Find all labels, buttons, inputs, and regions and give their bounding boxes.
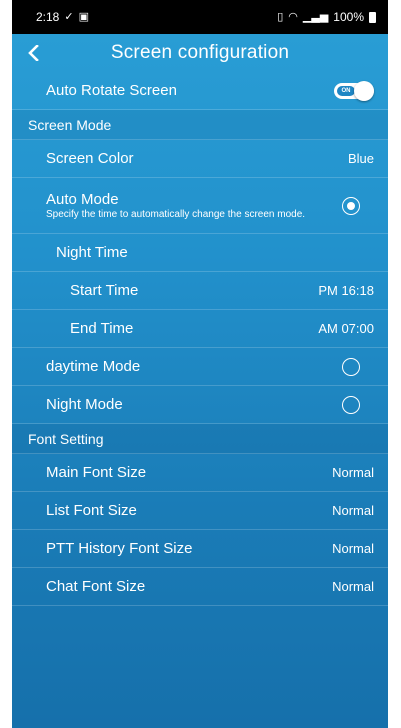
auto-rotate-label: Auto Rotate Screen (46, 82, 177, 99)
end-time-row[interactable]: End Time AM 07:00 (12, 310, 388, 348)
font-setting-section-label: Font Setting (28, 430, 104, 447)
start-time-value: PM 16:18 (318, 283, 374, 298)
end-time-label: End Time (70, 320, 134, 337)
daytime-mode-row[interactable]: daytime Mode (12, 348, 388, 386)
night-mode-radio[interactable] (342, 395, 360, 414)
status-bar-right: ▯ ◠ ▁▃▅ 100% (277, 10, 376, 24)
list-font-size-row[interactable]: List Font Size Normal (12, 492, 388, 530)
status-time: 2:18 (36, 10, 60, 24)
auto-mode-row[interactable]: Auto Mode Specify the time to automatica… (12, 178, 388, 234)
list-font-size-label: List Font Size (46, 502, 137, 519)
auto-mode-label: Auto Mode (46, 191, 119, 208)
battery-icon (369, 11, 376, 23)
screen-color-row[interactable]: Screen Color Blue (12, 140, 388, 178)
status-bar: 2:18 ✓ ▣ ▯ ◠ ▁▃▅ 100% (12, 0, 388, 34)
back-button[interactable] (12, 34, 56, 72)
list-font-size-value: Normal (332, 503, 374, 518)
start-time-row[interactable]: Start Time PM 16:18 (12, 272, 388, 310)
main-font-size-value: Normal (332, 465, 374, 480)
daytime-mode-label: daytime Mode (46, 358, 141, 375)
toggle-knob (354, 80, 374, 101)
signal-icon: ▁▃▅ (302, 10, 329, 23)
font-setting-section-header: Font Setting (12, 424, 388, 454)
night-time-row: Night Time (12, 234, 388, 272)
wifi-icon: ◠ (288, 10, 298, 23)
daytime-mode-radio[interactable] (342, 357, 360, 376)
ptt-history-font-size-row[interactable]: PTT History Font Size Normal (12, 530, 388, 568)
image-icon: ▣ (78, 10, 89, 23)
screen-color-value: Blue (347, 151, 374, 166)
night-mode-label: Night Mode (46, 396, 123, 413)
main-font-size-row[interactable]: Main Font Size Normal (12, 454, 388, 492)
battery-percent: 100% (333, 10, 364, 24)
auto-mode-description: Specify the time to automatically change… (46, 209, 306, 220)
screen-color-label: Screen Color (46, 150, 134, 167)
chat-font-size-row[interactable]: Chat Font Size Normal (12, 568, 388, 606)
screen-mode-section-header: Screen Mode (12, 110, 388, 140)
night-time-label: Night Time (56, 244, 128, 261)
vibrate-icon: ▯ (277, 10, 284, 23)
auto-rotate-toggle[interactable]: ON (334, 80, 374, 101)
phone-screen: 2:18 ✓ ▣ ▯ ◠ ▁▃▅ 100% Screen configurati… (12, 0, 388, 728)
auto-rotate-row[interactable]: Auto Rotate Screen ON (12, 72, 388, 110)
radio-selected-dot (347, 201, 355, 210)
ptt-history-font-size-label: PTT History Font Size (46, 540, 193, 557)
main-font-size-label: Main Font Size (46, 464, 147, 481)
chat-font-size-value: Normal (332, 579, 374, 594)
ptt-history-font-size-value: Normal (332, 541, 374, 556)
screen-mode-section-label: Screen Mode (28, 116, 112, 133)
chat-font-size-label: Chat Font Size (46, 578, 146, 595)
end-time-value: AM 07:00 (318, 321, 374, 336)
night-mode-row[interactable]: Night Mode (12, 386, 388, 424)
app-bar: Screen configuration (12, 34, 388, 72)
check-icon: ✓ (64, 10, 74, 23)
chevron-left-icon (28, 45, 39, 61)
auto-mode-text: Auto Mode Specify the time to automatica… (46, 191, 305, 220)
start-time-label: Start Time (70, 282, 139, 299)
auto-mode-radio[interactable] (342, 196, 360, 215)
status-bar-left: 2:18 ✓ ▣ (36, 10, 89, 24)
page-title: Screen configuration (110, 42, 290, 63)
toggle-on-text: ON (337, 85, 355, 96)
